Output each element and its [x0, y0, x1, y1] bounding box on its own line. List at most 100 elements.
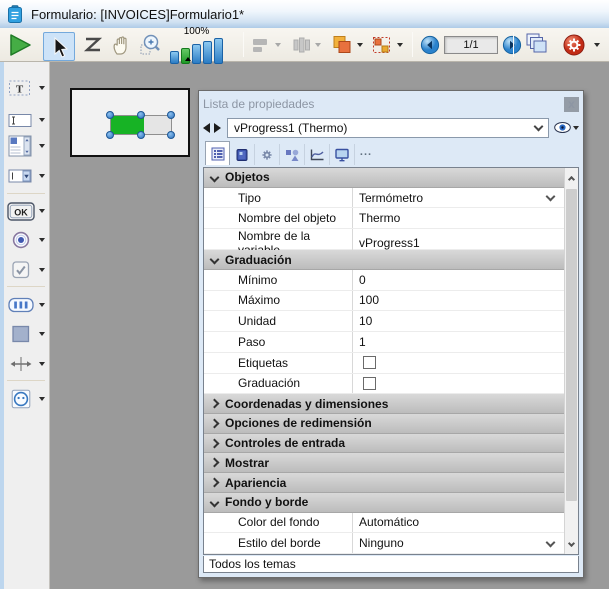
etiquetas-checkbox[interactable] — [363, 356, 376, 369]
tab-picture[interactable] — [230, 144, 255, 165]
buttongrid-tool-icon — [6, 297, 36, 313]
scroll-down-button[interactable] — [565, 537, 578, 552]
align-dropdown-arrow[interactable] — [275, 43, 281, 47]
tab-display[interactable] — [330, 144, 355, 165]
run-form-button[interactable] — [6, 32, 34, 58]
group-button[interactable] — [370, 34, 394, 56]
panel-close-button[interactable]: x — [564, 97, 579, 112]
toolbox-splitter-tool[interactable] — [6, 352, 50, 376]
selection-handle-bottom-left[interactable] — [106, 131, 114, 139]
section-header-objetos[interactable]: Objetos — [204, 168, 564, 188]
section-header-redimension[interactable]: Opciones de redimensión — [204, 414, 564, 434]
plugin-tool-dropdown-arrow[interactable] — [39, 397, 45, 401]
property-value-field[interactable]: 100 — [353, 291, 564, 311]
property-value-field[interactable]: vProgress1 — [353, 229, 564, 257]
shapes-icon — [284, 148, 300, 162]
button-tool-dropdown-arrow[interactable] — [39, 209, 45, 213]
form-windows-button[interactable] — [522, 32, 550, 58]
radio-tool-dropdown-arrow[interactable] — [39, 238, 45, 242]
pan-tool-button[interactable] — [110, 33, 134, 57]
toolbar-separator — [513, 32, 514, 57]
property-value-dropdown[interactable]: Termómetro — [353, 188, 564, 208]
input-tool-dropdown-arrow[interactable] — [39, 118, 45, 122]
property-value-field[interactable]: 0 — [353, 270, 564, 290]
graduacion-checkbox[interactable] — [363, 377, 376, 390]
toolbox-input-tool[interactable] — [6, 108, 50, 132]
previous-object-button[interactable] — [203, 123, 210, 133]
settings-button[interactable] — [562, 33, 586, 57]
toolbox-button-tool[interactable]: OK — [6, 199, 50, 223]
tab-actions[interactable] — [255, 144, 280, 165]
toolbox-checkbox-tool[interactable] — [6, 258, 50, 282]
property-grid-scrollbar[interactable] — [564, 168, 578, 554]
layer-order-button[interactable] — [330, 34, 354, 56]
toolbox-rectangle-tool[interactable] — [6, 322, 50, 346]
input-tool-icon — [6, 111, 36, 129]
zoom-200-bar[interactable] — [192, 44, 201, 64]
zoom-level-widget[interactable]: 100% — [170, 27, 223, 64]
tab-more[interactable]: ... — [355, 144, 377, 165]
tab-all-properties[interactable] — [205, 141, 230, 165]
text-tool-dropdown-arrow[interactable] — [39, 86, 45, 90]
splitter-tool-icon — [6, 355, 36, 373]
selection-handle-bottom-middle[interactable] — [137, 131, 145, 139]
toolbox-text-tool[interactable]: T — [6, 76, 50, 100]
plugin-tool-icon — [6, 389, 36, 409]
toolbox-combobox-tool[interactable] — [6, 164, 50, 188]
rectangle-tool-dropdown-arrow[interactable] — [39, 332, 45, 336]
panel-titlebar[interactable]: Lista de propiedades x — [203, 94, 579, 114]
combobox-tool-dropdown-arrow[interactable] — [39, 174, 45, 178]
next-page-button[interactable] — [502, 35, 522, 55]
splitter-tool-dropdown-arrow[interactable] — [39, 362, 45, 366]
property-list-panel: Lista de propiedades x vProgress1 (Therm… — [198, 90, 584, 578]
scrollbar-thumb[interactable] — [566, 189, 577, 501]
rectangle-tool-icon — [6, 325, 36, 343]
section-header-mostrar[interactable]: Mostrar — [204, 453, 564, 473]
section-header-fondo-borde[interactable]: Fondo y borde — [204, 493, 564, 513]
selection-handle-top-left[interactable] — [106, 111, 114, 119]
selection-handle-bottom-right[interactable] — [167, 131, 175, 139]
marquee-group-icon — [370, 34, 394, 56]
tab-events[interactable] — [305, 144, 330, 165]
section-header-apariencia[interactable]: Apariencia — [204, 473, 564, 493]
zoom-400-bar[interactable] — [203, 41, 212, 64]
property-value-dropdown[interactable]: Ninguno — [353, 533, 564, 553]
section-header-coordenadas[interactable]: Coordenadas y dimensiones — [204, 394, 564, 414]
property-value-field[interactable]: Automático — [353, 513, 564, 533]
zoom-100-bar[interactable] — [181, 48, 190, 64]
previous-page-button[interactable] — [420, 35, 440, 55]
zoom-800-bar[interactable] — [214, 38, 223, 64]
tab-objects-shapes[interactable] — [280, 144, 305, 165]
toolbox-plugin-tool[interactable] — [6, 387, 50, 411]
buttongrid-tool-dropdown-arrow[interactable] — [39, 303, 45, 307]
eye-icon — [554, 122, 571, 133]
object-selector-dropdown[interactable]: vProgress1 (Thermo) — [227, 118, 549, 138]
zoom-tool-button[interactable] — [138, 33, 164, 57]
zoom-50-bar[interactable] — [170, 51, 179, 64]
list-icon — [210, 147, 226, 161]
property-value-field[interactable]: Thermo — [353, 208, 564, 228]
next-object-button[interactable] — [214, 123, 221, 133]
section-header-controles[interactable]: Controles de entrada — [204, 434, 564, 454]
toolbox-radio-tool[interactable] — [6, 228, 50, 252]
layer-order-dropdown-arrow[interactable] — [357, 43, 363, 47]
selection-handle-top-right[interactable] — [167, 111, 175, 119]
toolbox-listbox-tool[interactable] — [6, 134, 50, 158]
listbox-tool-dropdown-arrow[interactable] — [39, 144, 45, 148]
property-value-field[interactable]: 10 — [353, 311, 564, 331]
object-toolbox-sidebar: T OK — [4, 62, 50, 589]
group-dropdown-arrow[interactable] — [397, 43, 403, 47]
selection-handle-top-middle[interactable] — [137, 111, 145, 119]
distribute-button[interactable] — [290, 35, 312, 55]
select-tool-button[interactable] — [43, 32, 75, 61]
scroll-up-button[interactable] — [565, 170, 578, 185]
settings-dropdown-arrow[interactable] — [594, 43, 600, 47]
distribute-dropdown-arrow[interactable] — [315, 43, 321, 47]
checkbox-tool-dropdown-arrow[interactable] — [39, 268, 45, 272]
view-options-button[interactable] — [553, 122, 579, 133]
text-tool-icon: T — [6, 79, 36, 97]
property-value-field[interactable]: 1 — [353, 332, 564, 352]
entry-order-tool-button[interactable] — [82, 34, 104, 56]
toolbox-buttongrid-tool[interactable] — [6, 293, 50, 317]
align-button[interactable] — [250, 35, 272, 55]
